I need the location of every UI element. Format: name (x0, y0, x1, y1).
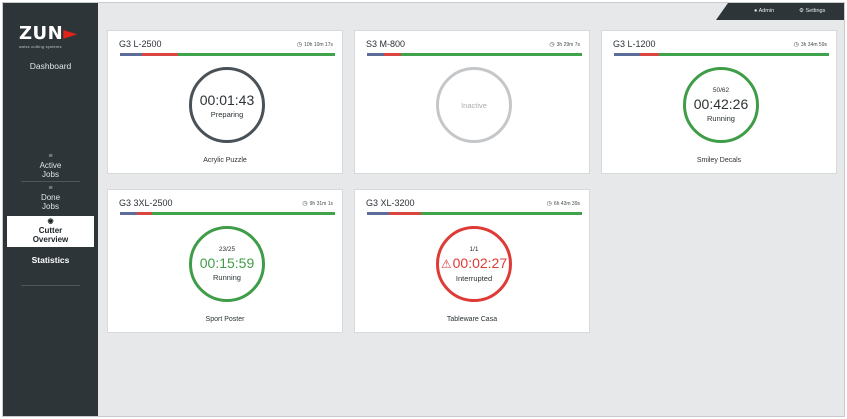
sidebar-item-cutter-overview[interactable]: ◉ Cutter Overview (7, 216, 94, 247)
status-label: Interrupted (455, 273, 493, 283)
machine-name: G3 3XL-2500 (119, 198, 173, 208)
progress-bar (120, 53, 335, 56)
progress-segment-red (639, 53, 660, 56)
app-window: ZUN► swiss cutting systems Dashboard ≡ A… (2, 2, 845, 417)
clock-icon: ◷ (296, 42, 303, 48)
item-count: 50/62 (712, 87, 730, 94)
status-ring: 23/25 00:15:59 Running (189, 226, 265, 302)
machine-name: S3 M-800 (366, 39, 406, 49)
sidebar-item-dashboard[interactable]: Dashboard (3, 61, 98, 71)
cutter-icon: ◉ (47, 218, 54, 225)
sidebar: ZUN► swiss cutting systems Dashboard ≡ A… (3, 3, 98, 416)
timer: 00:02:27 (452, 254, 508, 271)
sidebar-item-label: Jobs (42, 202, 59, 211)
duration-value: 6h 43m 39s (553, 201, 580, 207)
progress-bar (367, 212, 582, 215)
progress-segment-blue (120, 53, 142, 56)
timer-row: ⚠00:02:27 (441, 255, 507, 272)
progress-segment-blue (120, 212, 138, 215)
machine-name: G3 L-2500 (119, 39, 162, 49)
cutter-card[interactable]: G3 3XL-2500 ◷ 9h 31m 1s 23/25 00:15:59 Ru… (107, 189, 343, 333)
list-icon: ≡ (48, 185, 53, 192)
sidebar-item-label: Cutter (38, 226, 63, 235)
cutter-card[interactable]: G3 L-1200 ◷ 3h 34m 59s 50/62 00:42:26 Run… (601, 30, 837, 174)
divider (21, 285, 80, 286)
status-ring: Inactive (436, 67, 512, 143)
duration-value: 10h 10m 17s (304, 42, 333, 48)
list-icon: ≡ (48, 153, 53, 160)
progress-segment-red (388, 212, 421, 215)
timer: 00:01:43 (199, 91, 255, 108)
timer: 00:15:59 (199, 255, 255, 271)
run-duration: ◷ 9h 31m 1s (302, 200, 333, 207)
status-label: Running (707, 114, 735, 123)
settings-link[interactable]: ⚙ Settings (799, 8, 825, 14)
divider (21, 181, 80, 182)
progress-bar (367, 53, 582, 56)
item-count: 23/25 (218, 246, 236, 253)
run-duration: ◷ 3h 29m 7s (549, 41, 580, 48)
progress-segment-blue (367, 53, 385, 56)
run-duration: ◷ 6h 43m 39s (547, 200, 580, 207)
progress-segment-red (141, 53, 179, 56)
job-name: Smiley Decals (696, 157, 742, 164)
duration-value: 3h 34m 59s (800, 42, 827, 48)
user-icon: ● (754, 8, 758, 14)
sidebar-item-label: Overview (32, 235, 69, 244)
status-ring: 1/1 ⚠00:02:27 Interrupted (436, 226, 512, 302)
clock-icon: ◷ (549, 42, 555, 48)
zund-logo: ZUN► swiss cutting systems (19, 25, 85, 55)
progress-bar (120, 212, 335, 215)
logo-tagline: swiss cutting systems (19, 44, 62, 49)
machine-name: G3 L-1200 (613, 39, 656, 49)
run-duration: ◷ 10h 10m 17s (297, 41, 333, 48)
clock-icon: ◷ (793, 42, 799, 48)
sidebar-item-active-jobs[interactable]: ≡ Active Jobs (3, 153, 98, 179)
admin-label: Admin (758, 8, 775, 14)
job-name: Acrylic Puzzle (203, 157, 247, 164)
settings-label: Settings (805, 8, 826, 14)
cutter-card[interactable]: G3 XL-3200 ◷ 6h 43m 39s 1/1 ⚠00:02:27 Int… (354, 189, 590, 333)
progress-segment-blue (614, 53, 640, 56)
status-label: Inactive (461, 100, 487, 110)
progress-segment-blue (367, 212, 389, 215)
job-name: Tableware Casa (446, 316, 498, 323)
progress-segment-red (384, 53, 402, 56)
warning-icon: ⚠ (440, 256, 452, 271)
progress-segment-red (137, 212, 153, 215)
sidebar-item-label: Jobs (42, 170, 59, 179)
status-ring: 50/62 00:42:26 Running (683, 67, 759, 143)
cutter-card[interactable]: S3 M-800 ◷ 3h 29m 7s Inactive (354, 30, 590, 174)
sidebar-item-label: Done (40, 193, 61, 202)
clock-icon: ◷ (302, 201, 308, 207)
status-label: Preparing (210, 109, 244, 119)
admin-link[interactable]: ● Admin (754, 8, 774, 14)
duration-value: 3h 29m 7s (556, 42, 580, 48)
progress-bar (614, 53, 829, 56)
item-count: 1/1 (469, 245, 479, 253)
sidebar-item-done-jobs[interactable]: ≡ Done Jobs (3, 185, 98, 211)
sidebar-item-statistics[interactable]: Statistics (3, 255, 98, 265)
top-bar: ● Admin ⚙ Settings (716, 3, 844, 20)
cutter-card[interactable]: G3 L-2500 ◷ 10h 10m 17s 00:01:43 Preparin… (107, 30, 343, 174)
duration-value: 9h 31m 1s (309, 201, 333, 207)
status-ring: 00:01:43 Preparing (189, 67, 265, 143)
status-label: Running (213, 273, 241, 282)
job-name: Sport Poster (205, 316, 245, 323)
clock-icon: ◷ (546, 201, 552, 207)
machine-name: G3 XL-3200 (366, 198, 415, 208)
gear-icon: ⚙ (799, 8, 804, 14)
timer: 00:42:26 (693, 96, 749, 112)
run-duration: ◷ 3h 34m 59s (794, 41, 827, 48)
sidebar-item-label: Active (39, 161, 62, 170)
